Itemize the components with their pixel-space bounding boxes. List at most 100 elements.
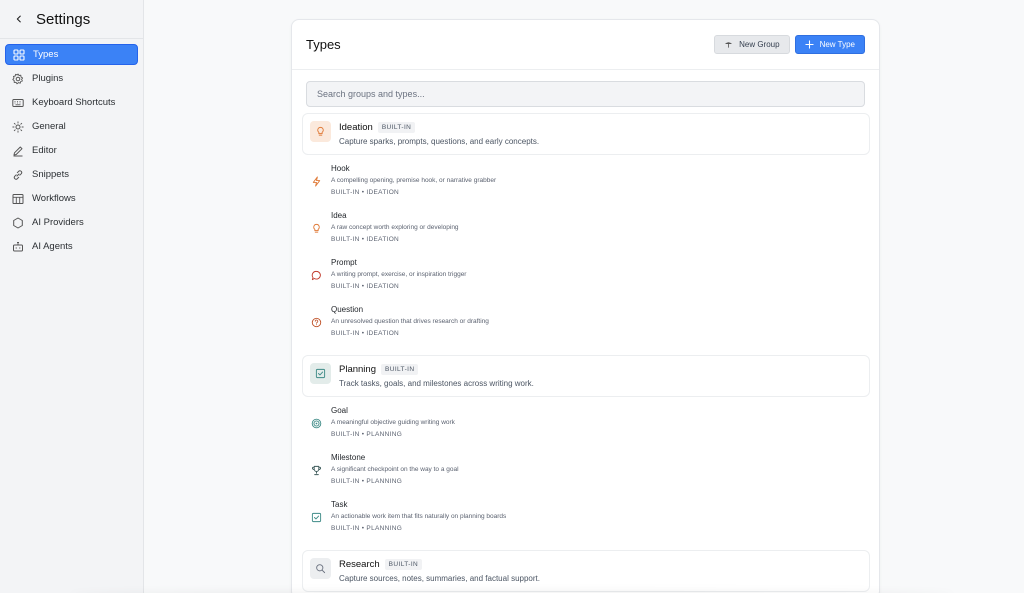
group-description: Track tasks, goals, and milestones acros… [339, 379, 534, 388]
group-body: Ideation BUILT-IN Capture sparks, prompt… [339, 121, 539, 146]
built-in-badge: BUILT-IN [384, 559, 423, 570]
type-meta: BUILT-IN • IDEATION [331, 189, 400, 196]
group-title-row: Ideation BUILT-IN [339, 121, 539, 134]
table-icon [11, 192, 24, 205]
robot-icon [11, 240, 24, 253]
chevron-left-icon [16, 15, 21, 23]
sidebar-item-workflows[interactable]: Workflows [5, 188, 138, 209]
lightbulb-icon [310, 121, 331, 142]
sidebar-item-keyboard-shortcuts[interactable]: Keyboard Shortcuts [5, 92, 138, 113]
keyboard-icon [11, 96, 24, 109]
target-icon [310, 417, 322, 429]
type-description: A raw concept worth exploring or develop… [331, 224, 459, 231]
built-in-badge: BUILT-IN [380, 364, 419, 375]
sidebar-item-label: Types [33, 49, 59, 60]
type-item-goal[interactable]: Goal A meaningful objective guiding writ… [310, 406, 860, 448]
type-description: A significant checkpoint on the way to a… [331, 466, 459, 473]
sidebar-header: Settings [0, 0, 143, 39]
type-name: Goal [331, 406, 348, 415]
sidebar-item-label: General [32, 121, 66, 132]
gear-icon [11, 72, 24, 85]
type-description: A compelling opening, premise hook, or n… [331, 177, 497, 184]
type-meta: BUILT-IN • IDEATION [331, 283, 400, 290]
group-card-ideation[interactable]: Ideation BUILT-IN Capture sparks, prompt… [302, 113, 870, 155]
group-card-planning[interactable]: Planning BUILT-IN Track tasks, goals, an… [302, 355, 870, 397]
search-icon [310, 558, 331, 579]
chat-bubble-icon [310, 269, 322, 281]
type-item-idea[interactable]: Idea A raw concept worth exploring or de… [310, 211, 860, 253]
sidebar-item-label: Keyboard Shortcuts [32, 97, 116, 108]
hexagon-icon [11, 216, 24, 229]
new-type-label: New Type [819, 40, 855, 49]
type-description: An actionable work item that fits natura… [331, 513, 507, 520]
type-name: Prompt [331, 258, 357, 267]
panel-header: Types New Group New Type [292, 20, 879, 70]
trophy-icon [310, 464, 322, 476]
checkbox-icon [310, 511, 322, 523]
sidebar-nav: Types Plugins Keyboard Shortcuts General… [0, 39, 143, 257]
group-title-row: Research BUILT-IN [339, 558, 540, 571]
group-card-research[interactable]: Research BUILT-IN Capture sources, notes… [302, 550, 870, 592]
new-type-button[interactable]: New Type [794, 35, 865, 54]
types-panel: Types New Group New Type Ideation BUILT-… [291, 19, 880, 593]
type-item-prompt[interactable]: Prompt A writing prompt, exercise, or in… [310, 258, 860, 300]
back-button[interactable] [12, 12, 26, 26]
sidebar-item-label: Plugins [32, 73, 64, 84]
type-description: A meaningful objective guiding writing w… [331, 419, 455, 426]
type-description: An unresolved question that drives resea… [331, 318, 489, 325]
sidebar-item-label: AI Agents [32, 241, 73, 252]
type-item-question[interactable]: Question An unresolved question that dri… [310, 305, 860, 347]
type-item-hook[interactable]: Hook A compelling opening, premise hook,… [310, 164, 860, 206]
sun-icon [11, 120, 24, 133]
built-in-badge: BUILT-IN [377, 122, 416, 133]
sidebar-item-label: AI Providers [32, 217, 84, 228]
group-description: Capture sparks, prompts, questions, and … [339, 137, 540, 146]
sidebar-item-plugins[interactable]: Plugins [5, 68, 138, 89]
sidebar-item-types[interactable]: Types [5, 44, 138, 65]
group-name: Ideation [339, 122, 373, 133]
group-title-row: Planning BUILT-IN [339, 363, 534, 376]
type-meta: BUILT-IN • PLANNING [331, 478, 403, 485]
sidebar-item-snippets[interactable]: Snippets [5, 164, 138, 185]
type-name: Task [331, 500, 348, 509]
sidebar-item-general[interactable]: General [5, 116, 138, 137]
type-name: Question [331, 305, 364, 314]
sidebar-item-label: Snippets [32, 169, 69, 180]
sidebar-item-ai-providers[interactable]: AI Providers [5, 212, 138, 233]
sidebar-title: Settings [36, 10, 91, 28]
new-group-label: New Group [739, 40, 780, 49]
sidebar-item-label: Workflows [32, 193, 76, 204]
pencil-icon [11, 144, 24, 157]
lightning-icon [310, 175, 322, 187]
header-actions: New Group New Type [714, 35, 865, 54]
group-name: Research [339, 559, 380, 570]
sidebar-item-label: Editor [32, 145, 57, 156]
type-name: Hook [331, 164, 350, 173]
sidebar-item-editor[interactable]: Editor [5, 140, 138, 161]
group-body: Research BUILT-IN Capture sources, notes… [339, 558, 540, 583]
search-input[interactable] [306, 81, 865, 107]
group-description: Capture sources, notes, summaries, and f… [339, 574, 540, 583]
lightbulb-icon [310, 222, 322, 234]
group-body: Planning BUILT-IN Track tasks, goals, an… [339, 363, 534, 388]
umbrella-icon [724, 40, 733, 49]
type-meta: BUILT-IN • IDEATION [331, 236, 400, 243]
type-description: A writing prompt, exercise, or inspirati… [331, 271, 467, 278]
checkbox-icon [310, 363, 331, 384]
type-item-milestone[interactable]: Milestone A significant checkpoint on th… [310, 453, 860, 495]
type-meta: BUILT-IN • PLANNING [331, 525, 403, 532]
sidebar-item-ai-agents[interactable]: AI Agents [5, 236, 138, 257]
type-meta: BUILT-IN • PLANNING [331, 431, 403, 438]
group-name: Planning [339, 364, 376, 375]
new-group-button[interactable]: New Group [714, 35, 790, 54]
question-icon [310, 316, 322, 328]
page-title: Types [306, 37, 341, 52]
type-meta: BUILT-IN • IDEATION [331, 330, 400, 337]
type-name: Idea [331, 211, 347, 220]
type-item-task[interactable]: Task An actionable work item that fits n… [310, 500, 860, 542]
settings-sidebar: Settings Types Plugins Keyboard Shortcut… [0, 0, 144, 593]
link-icon [11, 168, 24, 181]
grid-icon [12, 48, 25, 61]
plus-icon [804, 40, 814, 49]
type-name: Milestone [331, 453, 366, 462]
